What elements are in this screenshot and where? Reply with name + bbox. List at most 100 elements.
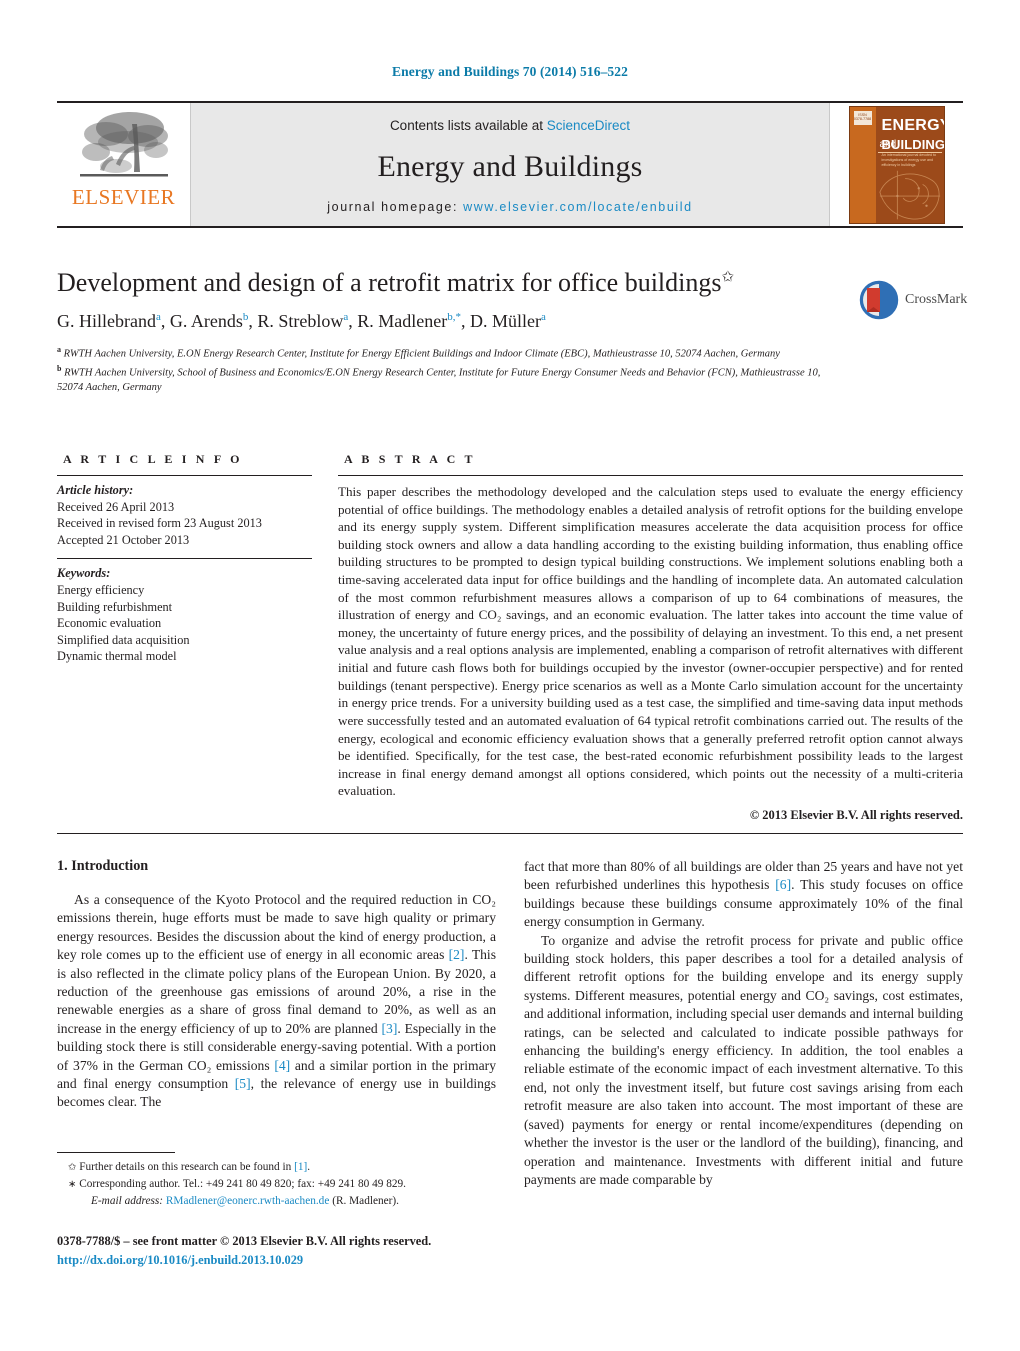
- article-page: Energy and Buildings 70 (2014) 516–522 E…: [0, 0, 1020, 1351]
- abstract-heading: A B S T R A C T: [344, 452, 476, 466]
- affiliation-a-text: RWTH Aachen University, E.ON Energy Rese…: [63, 348, 780, 360]
- keywords-group: Keywords: Energy efficiency Building ref…: [57, 559, 312, 675]
- article-info-heading: A R T I C L E I N F O: [63, 452, 243, 466]
- abstract-copyright: © 2013 Elsevier B.V. All rights reserved…: [749, 807, 963, 822]
- contents-available-line: Contents lists available at ScienceDirec…: [390, 118, 630, 133]
- author-2-affiliation-mark[interactable]: a: [343, 311, 348, 323]
- keyword-2: Economic evaluation: [57, 616, 162, 631]
- affiliation-b-mark: b: [57, 364, 62, 374]
- author-3-affiliation-mark[interactable]: b,*: [447, 311, 461, 323]
- article-info-column: A R T I C L E I N F O Article history: R…: [57, 452, 312, 823]
- keyword-3: Simplified data acquisition: [57, 632, 190, 647]
- cover-diagram-graphic: [878, 170, 940, 219]
- author-1: G. Arendsb: [170, 311, 249, 331]
- citation-ref[interactable]: [5]: [235, 1076, 251, 1091]
- crossmark-badge[interactable]: CrossMark: [858, 277, 967, 323]
- author-0-name: G. Hillebrand: [57, 310, 156, 331]
- footnote-divider: [57, 1152, 175, 1153]
- body-column-right: fact that more than 80% of all buildings…: [524, 858, 963, 1189]
- affiliation-list: a RWTH Aachen University, E.ON Energy Re…: [57, 344, 847, 395]
- abstract-text: This paper describes the methodology dev…: [338, 484, 963, 799]
- citation-ref[interactable]: [3]: [382, 1021, 398, 1036]
- footnote-0: ✩ Further details on this research can b…: [57, 1159, 496, 1175]
- cover-brand-buildings: BUILDINGS: [881, 136, 945, 152]
- journal-homepage-line: journal homepage: www.elsevier.com/locat…: [327, 200, 692, 214]
- author-4-affiliation-mark[interactable]: a: [541, 311, 546, 323]
- citation-ref[interactable]: [4]: [274, 1058, 290, 1073]
- imprint-block: 0378-7788/$ – see front matter © 2013 El…: [57, 1232, 557, 1269]
- author-2: R. Streblowa: [257, 311, 348, 331]
- section-heading-introduction: 1. Introduction: [57, 858, 149, 874]
- running-head: Energy and Buildings 70 (2014) 516–522: [392, 64, 628, 79]
- paragraph-right-0: fact that more than 80% of all buildings…: [524, 859, 963, 930]
- footnote-email-line: E-mail address: RMadlener@eonerc.rwth-aa…: [57, 1193, 496, 1209]
- author-4-name: D. Müller: [470, 310, 542, 331]
- abstract-column: A B S T R A C T This paper describes the…: [338, 452, 963, 823]
- body-column-left: 1. Introduction As a consequence of the …: [57, 858, 496, 1189]
- author-2-name: R. Streblow: [257, 310, 344, 331]
- cover-issn-badge: ISSN 0378-7788: [853, 110, 872, 125]
- affiliation-b-text: RWTH Aachen University, School of Busine…: [57, 367, 821, 394]
- paragraph-right-1: To organize and advise the retrofit proc…: [524, 932, 963, 1187]
- elsevier-wordmark: ELSEVIER: [71, 185, 176, 209]
- citation-ref[interactable]: [2]: [449, 947, 465, 962]
- homepage-url-link[interactable]: www.elsevier.com/locate/enbuild: [463, 200, 693, 214]
- affiliation-row-a: a RWTH Aachen University, E.ON Energy Re…: [57, 344, 847, 362]
- title-footnote-mark[interactable]: ✩: [722, 269, 735, 285]
- author-4: D. Müllera: [470, 311, 546, 331]
- journal-cover-cell: ISSN 0378-7788 ENERGY and BUILDINGS An i…: [830, 103, 963, 226]
- citation-ref[interactable]: [6]: [775, 877, 791, 892]
- contents-prefix: Contents lists available at: [389, 117, 547, 133]
- band-bottom-rule: [57, 832, 963, 834]
- sciencedirect-link[interactable]: ScienceDirect: [547, 118, 630, 133]
- footnote-0-reference-link[interactable]: [1]: [294, 1161, 307, 1173]
- corresponding-author-email-link[interactable]: RMadlener@eonerc.rwth-aachen.de: [166, 1195, 329, 1207]
- footnote-1-mark: ∗: [68, 1179, 77, 1191]
- footnote-0-mark: ✩: [68, 1162, 77, 1173]
- article-title: Development and design of a retrofit mat…: [57, 268, 847, 299]
- paragraph-left-0: As a consequence of the Kyoto Protocol a…: [57, 892, 497, 1110]
- footnote-1-text: Corresponding author. Tel.: +49 241 80 4…: [79, 1178, 406, 1191]
- author-3: R. Madlenerb,*: [357, 311, 461, 331]
- body-columns: 1. Introduction As a consequence of the …: [57, 858, 963, 1189]
- keyword-0: Energy efficiency: [57, 582, 145, 597]
- affiliation-a-mark: a: [57, 345, 61, 355]
- crossmark-icon: [858, 279, 900, 321]
- article-title-text: Development and design of a retrofit mat…: [57, 268, 722, 297]
- article-history-item-1: Received in revised form 23 August 2013: [57, 516, 262, 531]
- author-0: G. Hillebranda: [57, 311, 161, 331]
- author-list: G. Hillebranda, G. Arendsb, R. Streblowa…: [57, 310, 546, 331]
- keywords-label: Keywords:: [57, 566, 111, 581]
- elsevier-logo-cell: ELSEVIER: [57, 103, 190, 226]
- doi-link[interactable]: http://dx.doi.org/10.1016/j.enbuild.2013…: [57, 1251, 557, 1270]
- article-history-item-2: Accepted 21 October 2013: [57, 532, 190, 547]
- elsevier-tree-icon: [72, 108, 176, 186]
- author-0-affiliation-mark[interactable]: a: [156, 311, 161, 323]
- article-history-item-0: Received 26 April 2013: [57, 499, 175, 514]
- keyword-1: Building refurbishment: [57, 599, 173, 614]
- keyword-4: Dynamic thermal model: [57, 649, 177, 664]
- author-1-name: G. Arends: [169, 310, 243, 331]
- info-abstract-band: A R T I C L E I N F O Article history: R…: [57, 452, 963, 834]
- journal-title: Energy and Buildings: [377, 149, 643, 183]
- title-block: Development and design of a retrofit mat…: [57, 268, 847, 397]
- crossmark-label: CrossMark: [905, 292, 968, 307]
- affiliation-row-b: b RWTH Aachen University, School of Busi…: [57, 363, 847, 395]
- footnote-0-text-after: .: [307, 1161, 311, 1173]
- journal-masthead: ELSEVIER Contents lists available at Sci…: [57, 101, 963, 228]
- homepage-label: journal homepage:: [327, 199, 464, 214]
- author-3-name: R. Madlener: [357, 310, 448, 331]
- article-history-group: Article history: Received 26 April 2013 …: [57, 476, 312, 558]
- journal-header-cell: Contents lists available at ScienceDirec…: [190, 103, 830, 226]
- footnote-1: ∗ Corresponding author. Tel.: +49 241 80…: [57, 1176, 496, 1192]
- article-history-label: Article history:: [57, 483, 134, 497]
- email-label: E-mail address:: [91, 1195, 164, 1208]
- info-abstract-columns: A R T I C L E I N F O Article history: R…: [57, 452, 963, 823]
- journal-cover-image: ISSN 0378-7788 ENERGY and BUILDINGS An i…: [848, 105, 945, 224]
- issn-copyright-line: 0378-7788/$ – see front matter © 2013 El…: [57, 1234, 432, 1248]
- footnote-0-text: Further details on this research can be …: [79, 1161, 295, 1173]
- cover-brand-energy: ENERGY: [881, 116, 945, 134]
- footnote-block: ✩ Further details on this research can b…: [57, 1152, 496, 1210]
- author-1-affiliation-mark[interactable]: b: [243, 311, 249, 323]
- email-owner: (R. Madlener).: [332, 1195, 400, 1208]
